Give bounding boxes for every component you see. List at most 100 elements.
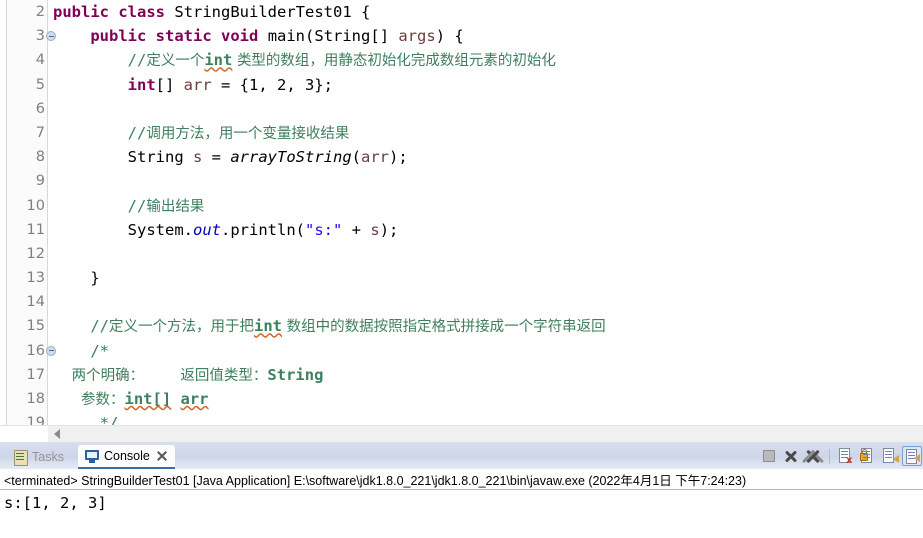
static-method-token: arrayToString <box>230 148 352 167</box>
comment-text: 数组中的数据按照指定格式拼接成一个字符串返回 <box>286 319 606 336</box>
type-token: String <box>314 27 371 46</box>
clear-badge-icon: x <box>846 455 853 466</box>
arrow-icon <box>914 454 920 462</box>
comment-text: 定义一个方法，用于把 <box>109 319 254 336</box>
triangle-left-icon[interactable] <box>54 429 60 439</box>
punct: . <box>183 220 193 239</box>
code-line[interactable]: //调用方法，用一个变量接收结果 <box>50 121 923 145</box>
clear-console-button[interactable]: x <box>836 446 856 466</box>
code-line[interactable]: int[] arr = {1, 2, 3}; <box>50 73 923 97</box>
comment-text: 定义一个 <box>146 53 205 70</box>
comment-text: 返回值类型： <box>180 367 268 384</box>
class-name-token: StringBuilderTest01 <box>174 3 352 21</box>
header-divider <box>0 489 923 490</box>
code-line[interactable]: 参数：int[] arr <box>50 387 923 411</box>
punct: . <box>221 220 231 239</box>
array-initializer: {1, 2, 3} <box>239 75 324 94</box>
arrow-icon <box>893 455 899 463</box>
code-line[interactable]: 两个明确： 返回值类型：String <box>50 363 923 387</box>
pin-console-button[interactable] <box>880 446 900 466</box>
editor-horizontal-scrollbar[interactable] <box>48 425 923 443</box>
code-content[interactable]: public class StringBuilderTest01 { publi… <box>50 0 923 425</box>
punct: ( <box>305 27 315 46</box>
param-token: args <box>398 27 436 46</box>
line-number: 8 <box>35 149 45 166</box>
type-token: String <box>127 148 184 167</box>
method-name-token: println <box>230 220 296 239</box>
punct: = <box>202 148 231 167</box>
remove-all-terminated-button[interactable] <box>803 446 823 466</box>
console-body[interactable]: <terminated> StringBuilderTest01 [Java A… <box>0 469 923 538</box>
keyword-token: class <box>118 3 166 21</box>
tab-label: Console <box>104 449 150 463</box>
line-number: 11 <box>26 221 45 238</box>
brace-token: { <box>361 3 371 21</box>
comment-code-word: arr <box>180 390 209 408</box>
comment-text: 调用方法，用一个变量接收结果 <box>146 125 350 142</box>
display-selected-console-button[interactable] <box>902 446 922 466</box>
variable-token: s <box>193 148 203 167</box>
line-number: 12 <box>26 245 45 262</box>
code-line[interactable]: public class StringBuilderTest01 { <box>50 0 923 24</box>
punct: ) <box>435 27 455 46</box>
code-line[interactable] <box>50 169 923 193</box>
tab-tasks[interactable]: Tasks <box>6 445 71 469</box>
scroll-lock-button[interactable] <box>858 446 878 466</box>
code-line[interactable]: //定义一个int 类型的数组，用静态初始化完成数组元素的初始化 <box>50 48 923 72</box>
line-number: 2 <box>35 4 45 20</box>
comment-code-word: int <box>254 317 282 336</box>
remove-launch-button[interactable] <box>781 446 801 466</box>
java-editor[interactable]: 2 3 4 5 6 7 8 9 10 11 12 13 14 15 16 17 … <box>0 0 923 425</box>
editor-annotation-ruler <box>0 0 7 425</box>
console-view: Tasks Console x <terminated> StringBuild… <box>0 442 923 538</box>
code-line[interactable]: public static void main(String[] args) { <box>50 24 923 48</box>
punct: [] <box>370 27 399 46</box>
tab-console[interactable]: Console <box>78 445 175 469</box>
code-line[interactable]: } <box>50 266 923 290</box>
code-line[interactable]: String s = arrayToString(arr); <box>50 145 923 169</box>
code-line[interactable]: */ <box>50 411 923 425</box>
terminate-button[interactable] <box>759 446 779 466</box>
static-field-token: out <box>193 220 221 239</box>
type-token: System <box>127 220 184 239</box>
code-line[interactable] <box>50 97 923 121</box>
code-line[interactable]: //定义一个方法，用于把int 数组中的数据按照指定格式拼接成一个字符串返回 <box>50 314 923 338</box>
line-number: 16 <box>7 339 56 363</box>
line-number: 13 <box>26 270 45 287</box>
code-line[interactable]: /* <box>50 339 923 363</box>
close-icon[interactable] <box>156 450 168 462</box>
code-line[interactable]: //输出结果 <box>50 194 923 218</box>
string-literal-token: "s:" <box>305 220 343 239</box>
line-number: 3 <box>7 24 56 48</box>
code-line[interactable] <box>50 242 923 266</box>
line-number: 15 <box>26 318 45 335</box>
code-line[interactable] <box>50 290 923 314</box>
code-line[interactable]: System.out.println("s:" + s); <box>50 218 923 242</box>
keyword-token: public <box>53 3 109 21</box>
variable-token: arr <box>361 148 390 167</box>
punct: ; <box>323 75 333 94</box>
comment-slashes: // <box>90 317 109 336</box>
comment-text: 类型的数组，用静态初始化完成数组元素的初始化 <box>236 53 556 70</box>
view-tab-bar: Tasks Console x <box>0 442 923 469</box>
comment-text: 参数： <box>81 392 125 408</box>
